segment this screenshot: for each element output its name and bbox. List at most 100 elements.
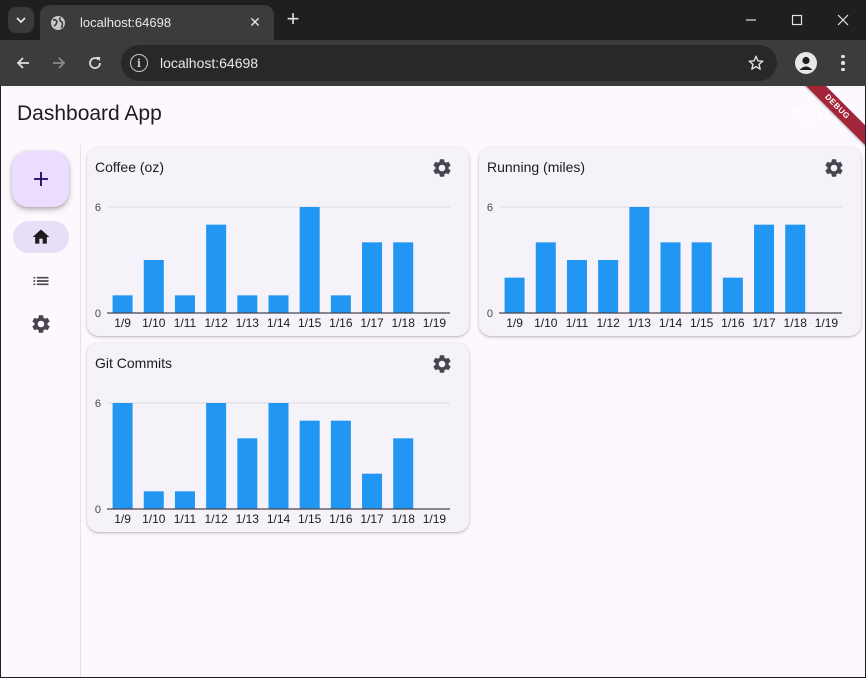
- bar[interactable]: [535, 242, 556, 313]
- bar[interactable]: [598, 260, 619, 313]
- bar-chart: 6 0 1/9 1/10 1/11 1/12 1/13 1/14 1/15 1/16 1/17 1/1…: [95, 398, 450, 526]
- bar-chart: 6 0 1/9 1/10 1/11 1/12 1/13 1/14 1/15 1/16 1/17 1/1…: [95, 202, 450, 330]
- y-tick-label: 0: [95, 308, 101, 320]
- x-tick-label: 1/14: [267, 512, 291, 526]
- x-tick-label: 1/14: [659, 316, 683, 330]
- minimize-icon: [746, 19, 756, 21]
- chart-card: Running (miles) 6 0 1/9 1/10 1/11 1/12 1/13 1/1…: [479, 147, 861, 336]
- bar[interactable]: [660, 242, 681, 313]
- maximize-button[interactable]: [774, 0, 820, 40]
- x-tick-label: 1/13: [236, 512, 260, 526]
- bar[interactable]: [206, 224, 227, 313]
- bar[interactable]: [722, 277, 743, 313]
- x-tick-label: 1/15: [298, 316, 322, 330]
- close-icon: [837, 14, 849, 26]
- bar[interactable]: [143, 491, 164, 509]
- bookmark-star-icon[interactable]: [745, 54, 767, 72]
- browser-menu-icon[interactable]: [833, 52, 853, 74]
- address-bar[interactable]: i localhost:64698: [121, 45, 777, 81]
- app-window: Dashboard App Sign O DEBUG Coffee (oz) 6…: [1, 86, 865, 677]
- x-tick-label: 1/11: [174, 512, 197, 526]
- bar[interactable]: [393, 242, 414, 313]
- x-tick-label: 1/15: [690, 316, 714, 330]
- list-icon: [33, 276, 49, 286]
- bar[interactable]: [237, 295, 258, 313]
- bar[interactable]: [206, 403, 227, 509]
- x-tick-label: 1/9: [506, 316, 523, 330]
- browser-tab[interactable]: localhost:64698 ✕: [40, 5, 274, 40]
- bar[interactable]: [268, 403, 289, 509]
- profile-avatar-icon[interactable]: [795, 52, 817, 74]
- bar[interactable]: [629, 207, 650, 313]
- chevron-down-icon: [16, 17, 26, 24]
- x-tick-label: 1/13: [628, 316, 652, 330]
- x-tick-label: 1/18: [392, 512, 416, 526]
- x-tick-label: 1/15: [298, 512, 322, 526]
- rail-item-home[interactable]: [13, 221, 69, 253]
- bar[interactable]: [237, 438, 258, 509]
- reload-icon: [89, 57, 101, 69]
- bar[interactable]: [330, 295, 351, 313]
- reload-button[interactable]: [81, 49, 109, 77]
- bar[interactable]: [362, 473, 383, 509]
- bar[interactable]: [754, 224, 775, 313]
- x-tick-label: 1/12: [204, 316, 228, 330]
- tab-close-icon[interactable]: ✕: [246, 14, 264, 31]
- maximize-icon: [791, 14, 803, 26]
- y-tick-label: 6: [487, 202, 493, 214]
- bar[interactable]: [504, 277, 525, 313]
- browser-tabstrip: localhost:64698 ✕ +: [0, 0, 866, 40]
- chart-card: Coffee (oz) 6 0 1/9 1/10 1/11 1/12 1/13 1/14 1/1…: [87, 147, 469, 336]
- x-tick-label: 1/9: [114, 512, 131, 526]
- y-tick-label: 6: [95, 202, 101, 214]
- x-tick-label: 1/12: [204, 512, 228, 526]
- minimize-button[interactable]: [728, 0, 774, 40]
- x-tick-label: 1/11: [566, 316, 589, 330]
- x-tick-label: 1/10: [534, 316, 558, 330]
- bar[interactable]: [268, 295, 289, 313]
- rail-item-list[interactable]: [13, 265, 69, 297]
- info-icon[interactable]: i: [130, 54, 148, 72]
- rail-item-settings[interactable]: [13, 308, 69, 340]
- chart-card: Git Commits 6 0 1/9 1/10 1/11 1/12 1/13 1/14 1/1…: [87, 343, 469, 532]
- x-tick-label: 1/17: [360, 316, 384, 330]
- bar[interactable]: [299, 420, 320, 509]
- add-button[interactable]: [12, 151, 69, 207]
- x-tick-label: 1/13: [236, 316, 260, 330]
- bar[interactable]: [393, 438, 414, 509]
- x-tick-label: 1/10: [142, 316, 166, 330]
- bar[interactable]: [566, 260, 587, 313]
- x-tick-label: 1/11: [174, 316, 197, 330]
- x-tick-label: 1/19: [423, 512, 447, 526]
- x-tick-label: 1/17: [360, 512, 384, 526]
- x-tick-label: 1/16: [721, 316, 745, 330]
- x-tick-label: 1/18: [392, 316, 416, 330]
- y-tick-label: 0: [95, 504, 101, 516]
- browser-toolbar: i localhost:64698: [0, 40, 866, 86]
- y-tick-label: 0: [487, 308, 493, 320]
- forward-button[interactable]: [45, 49, 73, 77]
- bar[interactable]: [330, 420, 351, 509]
- bar[interactable]: [174, 295, 195, 313]
- plus-icon: [33, 172, 48, 186]
- bar[interactable]: [691, 242, 712, 313]
- bar[interactable]: [112, 403, 133, 509]
- bar[interactable]: [362, 242, 383, 313]
- bar[interactable]: [785, 224, 806, 313]
- bar-chart: 6 0 1/9 1/10 1/11 1/12 1/13 1/14 1/15 1/16 1/17 1/1…: [487, 202, 842, 330]
- x-tick-label: 1/10: [142, 512, 166, 526]
- x-tick-label: 1/19: [815, 316, 839, 330]
- bar[interactable]: [174, 491, 195, 509]
- new-tab-button[interactable]: +: [280, 8, 306, 32]
- tab-title: localhost:64698: [80, 15, 172, 30]
- url-text[interactable]: localhost:64698: [160, 55, 745, 71]
- back-button[interactable]: [9, 49, 37, 77]
- bar[interactable]: [143, 260, 164, 313]
- bar[interactable]: [299, 207, 320, 313]
- close-window-button[interactable]: [820, 0, 866, 40]
- x-tick-label: 1/19: [423, 316, 447, 330]
- bar[interactable]: [112, 295, 133, 313]
- home-icon: [32, 229, 50, 244]
- tab-search-button[interactable]: [8, 7, 34, 33]
- x-tick-label: 1/9: [114, 316, 131, 330]
